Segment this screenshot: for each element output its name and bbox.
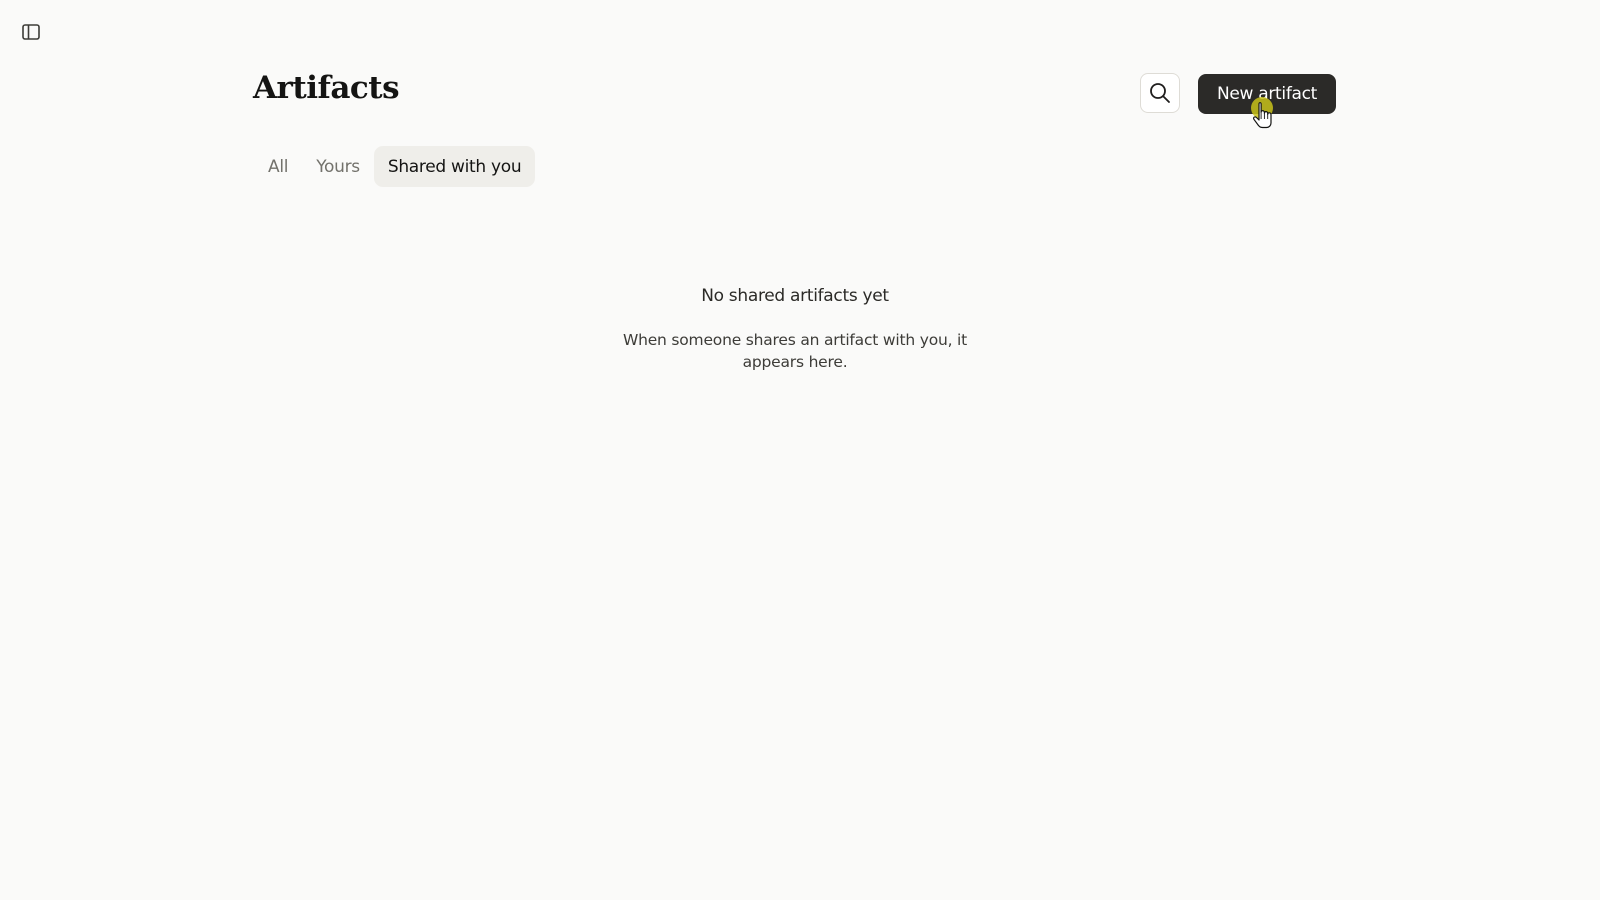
empty-state-description: When someone shares an artifact with you… bbox=[622, 331, 968, 371]
tab-all[interactable]: All bbox=[254, 146, 302, 187]
empty-state: No shared artifacts yet When someone sha… bbox=[545, 285, 1045, 373]
artifact-tabs: All Yours Shared with you bbox=[254, 146, 536, 187]
new-artifact-button[interactable]: New artifact bbox=[1198, 74, 1336, 114]
tab-yours[interactable]: Yours bbox=[302, 146, 374, 187]
empty-state-title: No shared artifacts yet bbox=[701, 286, 889, 306]
tab-shared-with-you[interactable]: Shared with you bbox=[373, 146, 536, 187]
search-button[interactable] bbox=[1140, 73, 1180, 113]
sidebar-toggle-button[interactable] bbox=[18, 19, 44, 45]
artifacts-page: Artifacts New artifact All Yours Shared … bbox=[0, 0, 1600, 900]
sidebar-panel-icon bbox=[22, 24, 40, 40]
page-title: Artifacts bbox=[253, 70, 400, 106]
search-icon bbox=[1150, 83, 1170, 103]
